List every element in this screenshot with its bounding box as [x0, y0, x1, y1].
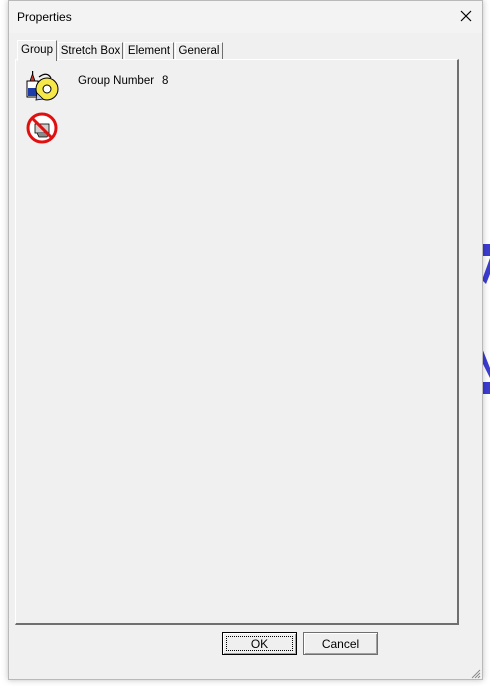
close-button[interactable]	[452, 3, 480, 29]
window-title: Properties	[17, 10, 72, 24]
tab-stretch-box[interactable]: Stretch Box	[58, 42, 123, 59]
group-tab-panel: Group Number 8	[15, 59, 459, 625]
group-number-label: Group Number	[78, 75, 155, 87]
cancel-button[interactable]: Cancel	[303, 632, 378, 655]
cancel-button-label: Cancel	[321, 636, 360, 651]
resize-grip[interactable]	[469, 666, 481, 679]
title-bar: Properties	[9, 1, 482, 33]
properties-dialog: Properties Group Stretch Box Element Gen…	[8, 0, 483, 680]
close-icon	[460, 10, 472, 22]
tab-group[interactable]: Group	[17, 40, 57, 61]
group-number-value: 8	[162, 75, 169, 87]
ungroup-icon[interactable]	[25, 111, 59, 145]
tab-general[interactable]: General	[175, 42, 223, 59]
ok-button[interactable]: OK	[222, 632, 297, 655]
focus-rectangle	[226, 636, 293, 651]
group-icon[interactable]	[25, 69, 59, 103]
tab-element[interactable]: Element	[124, 42, 174, 59]
